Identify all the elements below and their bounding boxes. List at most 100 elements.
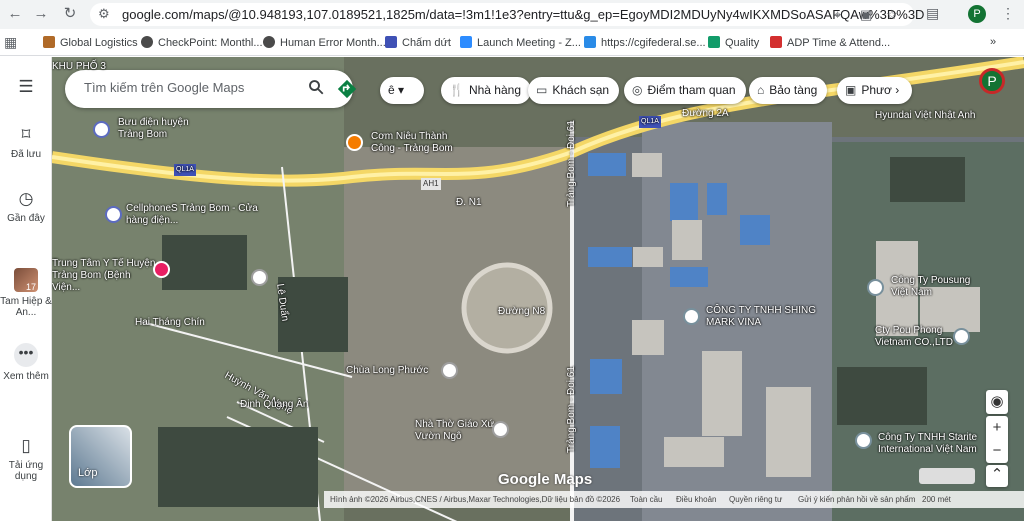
browser-toolbar: ← → ↻ ⚙ google.com/maps/@10.948193,107.0… [0,0,1024,29]
restaurant-icon: 🍴 [449,83,464,97]
bookmarks-overflow-icon[interactable]: » [990,36,996,48]
star-icon[interactable]: ☆ [886,7,898,23]
menu-icon: ☰ [18,77,34,96]
map-label: Trảng Bom - Đoi 61 [566,120,577,207]
zoom-in-button[interactable]: + [986,416,1008,439]
global-link[interactable]: Toàn cầu [630,495,662,504]
company-marker[interactable] [683,308,700,325]
menu-button[interactable]: ☰ [0,77,52,101]
map-label[interactable]: Công Ty TNHH Starite International Việt … [878,432,998,456]
zoom-out-button[interactable]: − [986,439,1008,462]
chip-hotels[interactable]: ▭ Khách sạn [528,77,620,104]
map-label[interactable]: Nhà Thờ Giáo Xứ Vườn Ngô [415,419,500,443]
phone-icon: ▯ [21,436,31,455]
hotel-icon: ▭ [536,83,548,97]
map-label: Đường 2A [682,108,729,119]
map-footer: Hình ảnh ©2026 Airbus,CNES / Airbus,Maxa… [324,491,1024,508]
privacy-link[interactable]: Quyền riêng tư [729,495,782,504]
history-icon: ◷ [18,189,34,208]
bookmark-launch-meeting[interactable]: Launch Meeting - Z... [460,36,581,49]
search-icon[interactable] [307,78,325,96]
restaurant-marker[interactable] [346,134,363,151]
forward-arrow-icon[interactable]: → [32,5,50,23]
map-label[interactable]: Chùa Long Phước [346,365,428,377]
browser-window: ← → ↻ ⚙ google.com/maps/@10.948193,107.0… [0,0,1024,521]
site-settings-icon[interactable]: ⚙ [98,6,110,22]
hospital-marker[interactable] [153,261,170,278]
chevron-up-icon: ⌃ [990,466,1004,483]
company-marker[interactable] [855,432,872,449]
bookmark-cgifederal[interactable]: https://cgifederal.se... [584,36,706,49]
layers-label: Lớp [78,467,98,479]
chip-transit[interactable]: ▣ Phươ › [837,77,912,104]
museum-icon: ⌂ [757,83,765,97]
bookmark-quality[interactable]: Quality [708,36,759,49]
chip-museums[interactable]: ⌂ Bảo tàng [749,77,828,104]
zoom-controls: + − [986,416,1008,463]
church-marker[interactable] [492,421,509,438]
bookmarks-bar: ▦ Global Logistics CheckPoint: Monthl...… [0,29,1024,56]
sidebar-item-saved[interactable]: ⌑ Đã lưu [0,125,52,160]
attribution-text: Hình ảnh ©2026 Airbus,CNES / Airbus,Maxa… [330,495,621,504]
back-arrow-icon[interactable]: ← [6,5,24,23]
company-marker[interactable] [867,279,884,296]
map-label: Hai Tháng Chín [135,317,205,328]
address-url: google.com/maps/@10.948193,107.0189521,1… [122,7,925,22]
chip-attractions[interactable]: ◎ Điểm tham quan [624,77,746,104]
bookmark-human-error[interactable]: Human Error Month... [263,36,386,49]
apps-grid-icon[interactable]: ▦ [4,34,17,51]
location-icon[interactable]: ⌖ [834,7,841,23]
sidebar-item-recent-place[interactable]: 17 Tam Hiệp & An... [0,268,52,318]
terms-link[interactable]: Điều khoản [676,495,716,504]
satellite-map[interactable]: ê ▾ 🍴Nhà hàng ▭Khách sạn ◎Điểm tham quan… [52,57,1024,521]
address-bar[interactable]: ⚙ google.com/maps/@10.948193,107.0189521… [90,3,924,26]
install-app-icon[interactable]: ▣ [860,7,872,23]
search-input[interactable] [84,80,284,95]
layers-tile[interactable]: Lớp [69,425,132,488]
company-marker[interactable] [953,328,970,345]
church-marker[interactable] [441,362,458,379]
google-maps-logo: Google Maps [498,471,593,488]
search-box[interactable] [65,70,357,108]
browser-menu-icon[interactable]: ⋮ [1001,5,1015,22]
profile-avatar[interactable]: P [968,5,986,23]
camera-icon: ◎ [632,83,643,97]
feedback-link[interactable]: Gửi ý kiến phản hồi về sản phẩm [798,495,915,504]
post-office-marker[interactable] [93,121,110,138]
map-label: KHU PHỐ 3 [52,61,106,72]
bookmark-adp[interactable]: ADP Time & Attend... [770,36,890,49]
chip-restaurants[interactable]: 🍴 Nhà hàng [441,77,531,104]
map-label[interactable]: CÔNG TY TNHH SHING MARK VINA [706,305,818,329]
bookmark-cham-dut[interactable]: Chấm dứt [385,36,451,49]
sidebar-item-more[interactable]: ••• Xem thêm [0,343,52,382]
my-location-button[interactable]: ◉ [986,390,1008,414]
location-target-icon: ◉ [990,393,1004,410]
search-partial-chip[interactable]: ê ▾ [380,77,424,104]
sidebar-item-get-app[interactable]: ▯ Tải ứng dụng [0,436,52,482]
directions-icon[interactable] [337,79,357,99]
map-label: Đinh Quang Ân [240,399,309,410]
highway-label: AH1 [421,178,441,190]
map-label: Trảng Bom - Đoi 61 [566,366,577,453]
maps-sidebar: ☰ ⌑ Đã lưu ◷ Gần đây 17 Tam Hiệp & An... ••… [0,57,52,521]
extensions-icon[interactable]: ▤ [926,5,939,22]
scale-label: 200 mét [922,495,951,504]
reload-icon[interactable]: ↻ [61,5,79,23]
more-icon: ••• [14,343,38,367]
map-label[interactable]: CellphoneS Trảng Bom - Cửa hàng điện... [126,203,266,227]
map-label[interactable]: Công Ty Pousung Việt Nam [891,275,987,299]
shopping-marker[interactable] [105,206,122,223]
sidebar-item-recent[interactable]: ◷ Gần đây [0,189,52,224]
bookmark-global-logistics[interactable]: Global Logistics [43,36,138,49]
highway-label: QL1A [174,164,196,176]
map-label[interactable]: Trung Tâm Y Tế Huyện Trảng Bom (Bệnh Việ… [52,258,157,294]
account-avatar[interactable]: P [979,68,1005,94]
map-label: Đường N8 [498,306,546,317]
collapse-controls-button[interactable]: ⌃ [986,465,1008,487]
map-type-thumbnails[interactable] [919,468,975,484]
bookmark-checkpoint[interactable]: CheckPoint: Monthl... [141,36,263,49]
map-label[interactable]: Hyundai Việt Nhật Anh [875,110,975,122]
map-label[interactable]: Cơm Niêu Thành Công - Trảng Bom [371,131,471,155]
map-label[interactable]: Bưu điện huyện Trảng Bom [118,117,206,141]
school-marker[interactable] [251,269,268,286]
